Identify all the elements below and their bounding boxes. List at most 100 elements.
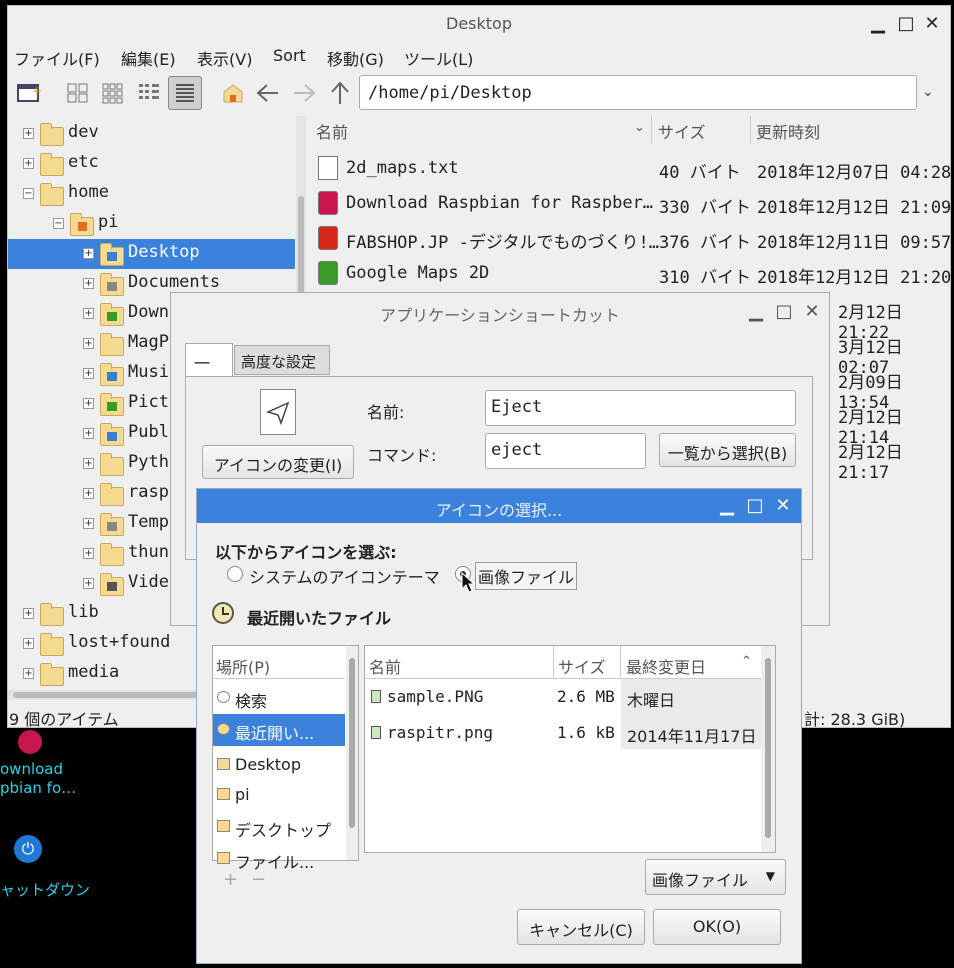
column-header-date[interactable]: 更新時刻 xyxy=(756,119,820,143)
folder-icon xyxy=(100,363,124,386)
minimize-button[interactable]: ▁ xyxy=(747,303,765,321)
minimize-button[interactable]: ▁ xyxy=(718,497,736,515)
place-label: デスクトップ xyxy=(235,821,332,840)
menu-item[interactable]: ファイル(F) xyxy=(14,46,100,70)
folder-icon xyxy=(100,543,124,566)
folder-icon xyxy=(100,303,124,326)
expander-icon[interactable]: + xyxy=(83,248,94,259)
expander-icon[interactable]: + xyxy=(83,458,94,469)
cancel-label: キャンセル(C) xyxy=(529,921,633,940)
folder-icon xyxy=(100,513,124,536)
place-item[interactable]: Desktop xyxy=(213,749,345,781)
place-item[interactable]: デスクトップ xyxy=(213,811,345,843)
expander-icon[interactable]: + xyxy=(23,638,34,649)
search-icon xyxy=(217,691,230,703)
ok-button[interactable]: OK(O) xyxy=(653,909,781,945)
expander-icon[interactable]: + xyxy=(83,578,94,589)
expander-icon[interactable]: + xyxy=(83,548,94,559)
file-row[interactable]: 2d_maps.txt 40 バイト 2018年12月07日 04:28 xyxy=(311,152,951,186)
change-icon-button[interactable]: アイコンの変更(I) xyxy=(202,445,354,479)
up-icon[interactable] xyxy=(325,78,355,108)
close-button[interactable]: ✕ xyxy=(774,497,792,515)
back-icon[interactable] xyxy=(253,78,283,108)
radio-theme[interactable] xyxy=(227,566,243,582)
maximize-button[interactable]: □ xyxy=(897,15,915,33)
view-list-icon[interactable] xyxy=(168,76,202,110)
home-icon[interactable] xyxy=(218,78,248,108)
minimize-button[interactable]: ▁ xyxy=(869,15,887,33)
file-row[interactable]: Download Raspbian for Raspber… 330 バイト 201… xyxy=(311,187,951,221)
desktop-folder-icon xyxy=(217,758,230,770)
web-shortcut-icon xyxy=(318,261,338,285)
close-button[interactable]: ✕ xyxy=(803,303,821,321)
place-item[interactable]: 最近開い... xyxy=(213,714,345,746)
expander-icon[interactable]: + xyxy=(83,278,94,289)
tree-item[interactable]: − home xyxy=(8,179,295,209)
file-size: 310 バイト xyxy=(659,268,751,288)
expander-icon[interactable]: + xyxy=(23,608,34,619)
view-icons-icon[interactable] xyxy=(63,78,93,108)
tree-item[interactable]: − pi xyxy=(8,209,295,239)
file-date: 2018年12月11日 09:57 xyxy=(757,233,952,253)
expander-icon[interactable]: + xyxy=(83,518,94,529)
column-header-name[interactable]: 名前 xyxy=(316,119,348,143)
menu-item[interactable]: 表示(V) xyxy=(197,46,252,70)
new-tab-icon[interactable]: + xyxy=(14,78,44,108)
expander-icon[interactable]: + xyxy=(83,488,94,499)
desktop-icon-raspbian[interactable]: ownload pbian fo… xyxy=(0,728,80,798)
file-row[interactable]: Google Maps 2D 310 バイト 2018年12月12日 21:20 xyxy=(311,257,951,291)
tree-item[interactable]: + Desktop xyxy=(8,239,295,269)
radio-theme-label: システムのアイコンテーマ xyxy=(249,568,440,587)
cancel-button[interactable]: キャンセル(C) xyxy=(517,909,645,945)
places-header[interactable]: 場所(P) xyxy=(216,654,270,678)
expander-icon[interactable]: − xyxy=(23,188,34,199)
file-row[interactable]: sample.PNG 2.6 MB 木曜日 xyxy=(365,680,761,714)
tab-advanced[interactable]: 高度な設定 xyxy=(234,345,330,375)
desktop-icon-shutdown[interactable]: ⏻ ャットダウン xyxy=(0,832,90,902)
maximize-button[interactable]: □ xyxy=(775,303,793,321)
view-compact-icon[interactable] xyxy=(134,78,164,108)
view-thumbnails-icon[interactable] xyxy=(98,78,128,108)
sort-up-icon: ⌃ xyxy=(741,654,752,669)
expander-icon[interactable]: + xyxy=(83,308,94,319)
select-from-list-button[interactable]: 一覧から選択(B) xyxy=(659,433,796,467)
filter-select[interactable]: 画像ファイル ▼ xyxy=(645,859,786,895)
menu-item[interactable]: ツール(L) xyxy=(404,46,473,70)
places-scrollbar[interactable] xyxy=(346,646,358,860)
remove-place-button[interactable]: − xyxy=(251,869,266,890)
folder-icon xyxy=(40,633,64,656)
maximize-button[interactable]: □ xyxy=(746,497,764,515)
expander-icon[interactable]: + xyxy=(23,668,34,679)
files-header-name[interactable]: 名前 xyxy=(369,654,401,678)
menu-item[interactable]: 移動(G) xyxy=(327,46,384,70)
forward-icon[interactable] xyxy=(289,78,319,108)
file-row[interactable]: raspitr.png 1.6 kB 2014年11月17日 xyxy=(365,716,761,750)
tree-item[interactable]: + dev xyxy=(8,119,295,149)
file-date: 2014年11月17日 xyxy=(627,727,757,746)
window-title: Desktop xyxy=(446,14,512,33)
name-field[interactable]: Eject xyxy=(485,390,796,426)
expander-icon[interactable]: + xyxy=(83,338,94,349)
menu-item[interactable]: 編集(E) xyxy=(121,46,176,70)
files-header-size[interactable]: サイズ xyxy=(558,654,606,678)
expander-icon[interactable]: + xyxy=(23,158,34,169)
add-place-button[interactable]: + xyxy=(223,869,238,890)
expander-icon[interactable]: + xyxy=(83,368,94,379)
tab-general[interactable]: 一般 xyxy=(185,343,233,397)
place-item[interactable]: pi xyxy=(213,779,345,811)
path-input[interactable]: /home/pi/Desktop xyxy=(359,75,917,110)
expander-icon[interactable]: + xyxy=(83,398,94,409)
expander-icon[interactable]: − xyxy=(53,218,64,229)
tree-item[interactable]: + etc xyxy=(8,149,295,179)
files-scrollbar[interactable] xyxy=(761,646,775,852)
path-dropdown-icon[interactable]: ⌄ xyxy=(922,84,934,100)
place-item[interactable]: 検索 xyxy=(213,682,345,714)
menu-item[interactable]: Sort xyxy=(273,46,306,65)
file-row[interactable]: FABSHOP.JP -デジタルでものづくり!… 376 バイト 2018年12月1… xyxy=(311,222,951,256)
column-header-size[interactable]: サイズ xyxy=(658,119,706,143)
files-header-date[interactable]: 最終変更日 xyxy=(626,654,706,678)
expander-icon[interactable]: + xyxy=(23,128,34,139)
expander-icon[interactable]: + xyxy=(83,428,94,439)
command-field[interactable]: eject xyxy=(485,433,646,469)
close-button[interactable]: ✕ xyxy=(923,15,941,33)
